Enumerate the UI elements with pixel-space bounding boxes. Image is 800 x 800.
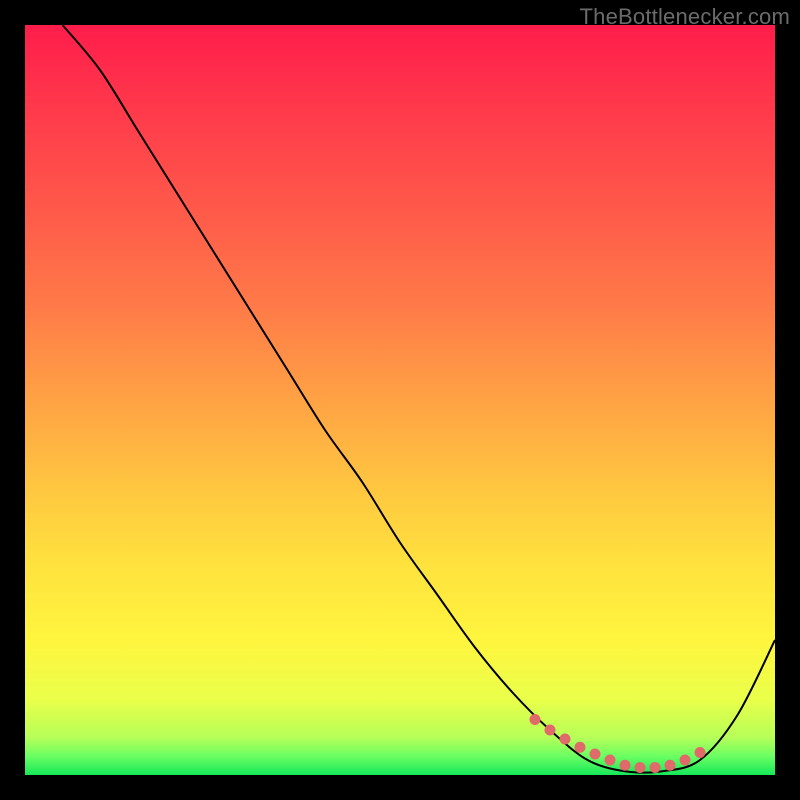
optimal-marker (650, 762, 661, 773)
optimal-marker (605, 755, 616, 766)
chart-svg (25, 25, 775, 775)
chart-frame: TheBottlenecker.com (0, 0, 800, 800)
optimal-marker (560, 734, 571, 745)
optimal-marker (680, 755, 691, 766)
optimal-marker (545, 725, 556, 736)
gradient-background (25, 25, 775, 775)
optimal-marker (575, 742, 586, 753)
optimal-marker (695, 747, 706, 758)
optimal-marker (620, 760, 631, 771)
optimal-marker (530, 714, 541, 725)
watermark-label: TheBottlenecker.com (580, 4, 790, 30)
optimal-marker (635, 762, 646, 773)
optimal-marker (590, 749, 601, 760)
bottleneck-chart (25, 25, 775, 775)
optimal-marker (665, 760, 676, 771)
